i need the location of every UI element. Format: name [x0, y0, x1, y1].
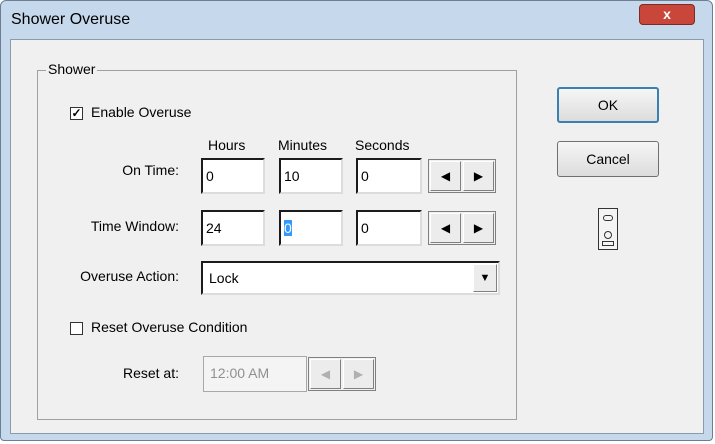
reset-overuse-checkbox[interactable] — [70, 322, 83, 335]
time-window-decrement-button[interactable]: ◀ — [430, 213, 461, 243]
overuse-action-label: Overuse Action: — [80, 268, 179, 284]
close-button[interactable]: x — [639, 4, 695, 25]
enable-overuse-checkbox[interactable]: ✓ — [70, 107, 83, 120]
on-time-increment-button[interactable]: ▶ — [463, 161, 494, 191]
selected-text: 0 — [284, 220, 292, 236]
overuse-action-value: Lock — [209, 270, 239, 286]
on-time-hours-input[interactable]: 0 — [201, 158, 265, 194]
time-window-seconds-input[interactable]: 0 — [356, 210, 422, 246]
arrow-right-icon: ▶ — [353, 367, 364, 381]
time-window-minutes-input[interactable]: 0 — [279, 210, 343, 246]
check-icon: ✓ — [71, 106, 82, 120]
arrow-left-icon: ◀ — [440, 221, 451, 235]
arrow-right-icon: ▶ — [473, 169, 484, 183]
reset-at-time-input[interactable]: 12:00 AM — [203, 356, 307, 392]
on-time-minutes-input[interactable]: 10 — [279, 158, 343, 194]
time-window-spinner: ◀ ▶ — [428, 211, 496, 245]
overuse-action-select[interactable]: Lock ▼ — [201, 261, 500, 295]
groupbox-label: Shower — [46, 61, 98, 77]
lock-indicator-icon — [598, 208, 618, 250]
time-window-label: Time Window: — [90, 218, 179, 234]
time-window-hours-input[interactable]: 24 — [201, 210, 265, 246]
time-window-increment-button[interactable]: ▶ — [463, 213, 494, 243]
arrow-right-icon: ▶ — [473, 221, 484, 235]
enable-overuse-label[interactable]: Enable Overuse — [91, 104, 191, 120]
window-title: Shower Overuse — [11, 11, 131, 28]
dropdown-button[interactable]: ▼ — [473, 264, 497, 292]
on-time-decrement-button[interactable]: ◀ — [430, 161, 461, 191]
reset-at-decrement-button[interactable]: ◀ — [310, 359, 341, 389]
on-time-label: On Time: — [122, 162, 179, 178]
seconds-header: Seconds — [355, 137, 410, 153]
ok-button[interactable]: OK — [557, 87, 659, 123]
close-icon: x — [663, 6, 671, 22]
title-bar[interactable]: Shower Overuse x — [1, 1, 712, 39]
arrow-left-icon: ◀ — [320, 367, 331, 381]
hours-header: Hours — [208, 137, 246, 153]
reset-at-increment-button[interactable]: ▶ — [343, 359, 374, 389]
minutes-header: Minutes — [278, 137, 328, 153]
reset-overuse-label[interactable]: Reset Overuse Condition — [91, 319, 247, 335]
dialog-client-area: Shower ✓ Enable Overuse Hours Minutes Se… — [10, 39, 704, 434]
arrow-left-icon: ◀ — [440, 169, 451, 183]
reset-at-spinner: ◀ ▶ — [308, 357, 376, 391]
cancel-button[interactable]: Cancel — [557, 141, 659, 177]
dialog-window: Shower Overuse x Shower ✓ Enable Overuse… — [0, 0, 713, 441]
reset-at-label: Reset at: — [122, 365, 179, 381]
on-time-spinner: ◀ ▶ — [428, 159, 496, 193]
on-time-seconds-input[interactable]: 0 — [356, 158, 422, 194]
chevron-down-icon: ▼ — [479, 272, 491, 284]
